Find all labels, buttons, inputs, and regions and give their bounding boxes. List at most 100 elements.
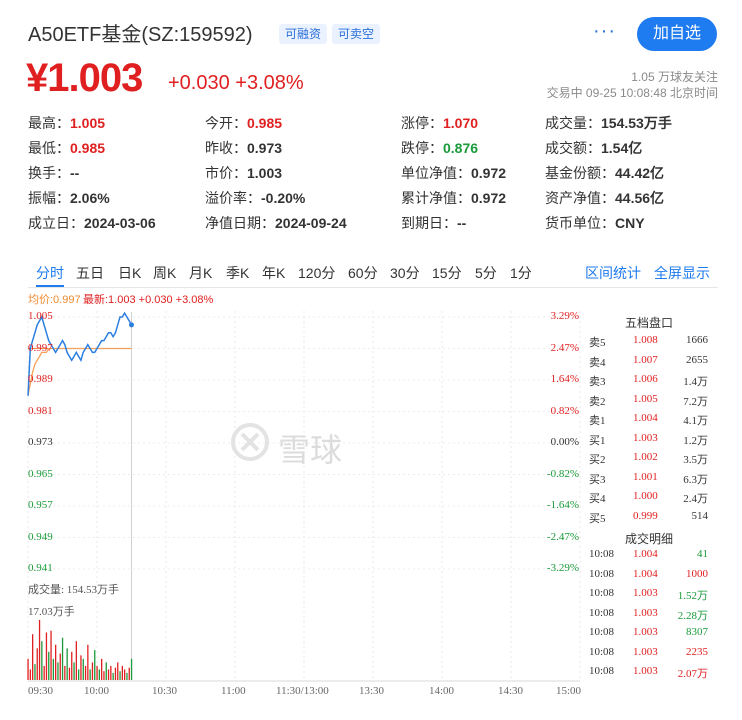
volume-bar [101,658,103,680]
order-book-volume: 4.1万 [683,415,708,427]
order-book-label: 卖2 [589,395,606,408]
trade-price: 1.004 [633,567,658,580]
order-book-volume: 2.4万 [683,493,708,505]
volume-bar [38,620,41,680]
volume-bar [117,662,119,680]
volume-label: 成交量: 154.53万手 [28,584,120,596]
volume-bar [84,665,87,680]
trade-volume: 8307 [686,626,708,638]
trade-volume: 1000 [686,567,708,580]
order-book-label: 买3 [589,473,606,486]
volume-bar [75,641,77,680]
volume-bar [114,667,117,680]
trade-volume: 41 [697,548,708,560]
order-book-price[interactable]: 1.008 [633,334,658,346]
y-tick-label: 0.941 [28,562,53,574]
pct-tick-label: 0.82% [550,404,579,417]
pct-tick-label: 1.64% [550,373,579,385]
volume-bar [57,662,59,680]
trade-volume: 2.28万 [677,609,708,622]
volume-bar [103,671,105,680]
volume-bar [43,665,45,680]
order-book-price[interactable]: 1.006 [633,373,658,385]
volume-bar [94,650,96,680]
trade-time: 10:08 [589,606,615,619]
order-book-volume: 7.2万 [683,395,708,408]
order-book-volume: 514 [691,509,709,522]
watermark: 雪球 [230,420,370,470]
order-book-price[interactable]: 1.000 [633,490,658,502]
y-tick-label: 0.957 [28,499,53,511]
volume-bar [91,662,94,680]
pct-tick-label: 3.29% [550,310,579,322]
order-book-volume: 2655 [686,353,708,366]
pct-tick-label: -1.64% [546,499,579,511]
order-book-price[interactable]: 1.002 [633,451,658,463]
order-book-volume: 1.4万 [683,376,708,388]
y-tick-label: 0.973 [28,436,53,448]
order-book-label: 买1 [589,434,606,447]
volume-bar [87,644,89,680]
volume-bar [55,644,57,680]
volume-bar [107,669,110,680]
trade-price: 1.003 [633,606,658,619]
y-tick-label: 1.005 [28,310,53,322]
x-tick-label: 10:30 [152,685,178,697]
volume-bar [68,667,71,680]
latest-point [129,322,134,328]
order-book-price[interactable]: 1.003 [633,432,658,444]
trade-time: 10:08 [589,587,615,599]
volume-bar [121,665,123,680]
order-book-label: 卖4 [589,356,606,369]
y-tick-label: 0.949 [28,530,53,543]
volume-bar [45,632,48,680]
pct-tick-label: -0.82% [546,467,579,480]
y-tick-label: 0.997 [28,341,53,354]
order-book-price[interactable]: 0.999 [633,510,658,522]
volume-bar [130,658,133,680]
volume-bar [124,669,126,680]
volume-bar [126,672,128,680]
pct-tick-label: -3.29% [546,562,579,574]
trade-price: 1.003 [633,587,658,599]
pct-tick-label: 2.47% [550,341,579,354]
volume-bar [82,658,84,680]
volume-bar [41,641,43,680]
volume-bar [66,648,68,680]
volume-bar [98,669,100,680]
volume-bar [29,669,31,680]
volume-bar [52,658,54,680]
x-tick-label: 11:00 [221,685,246,697]
x-tick-label: 09:30 [28,685,54,697]
volume-bar [48,651,50,680]
intraday-chart[interactable] [0,0,742,720]
order-book-label: 卖3 [589,376,606,388]
y-tick-label: 0.989 [28,373,53,385]
trades-title: 成交明细 [625,532,674,546]
order-book-price[interactable]: 1.007 [633,354,658,366]
order-book-price[interactable]: 1.001 [633,471,658,483]
order-book-price[interactable]: 1.005 [633,393,658,405]
volume-bar [34,664,36,680]
trade-time: 10:08 [589,567,615,580]
volume-bar [110,665,112,680]
volume-bar [105,662,107,680]
volume-bar [59,653,61,680]
watermark-text: 雪球 [278,432,343,468]
x-tick-label: 11:30/13:00 [276,685,329,697]
volume-bar [96,665,98,680]
order-book-price[interactable]: 1.004 [633,412,658,424]
volume-max-label: 17.03万手 [28,606,75,618]
pct-tick-label: -2.47% [546,530,579,543]
order-book-volume: 3.5万 [683,454,708,466]
x-tick-label: 10:00 [84,685,110,697]
trade-volume: 2.07万 [677,668,708,680]
x-tick-label: 13:30 [359,685,385,697]
order-book-label: 卖5 [589,337,606,349]
order-book-volume: 1.2万 [683,434,708,447]
order-book-volume: 1666 [686,334,708,346]
trade-time: 10:08 [589,626,615,638]
order-book-label: 买2 [589,454,606,466]
volume-bar [78,669,80,680]
volume-bar [36,648,38,680]
